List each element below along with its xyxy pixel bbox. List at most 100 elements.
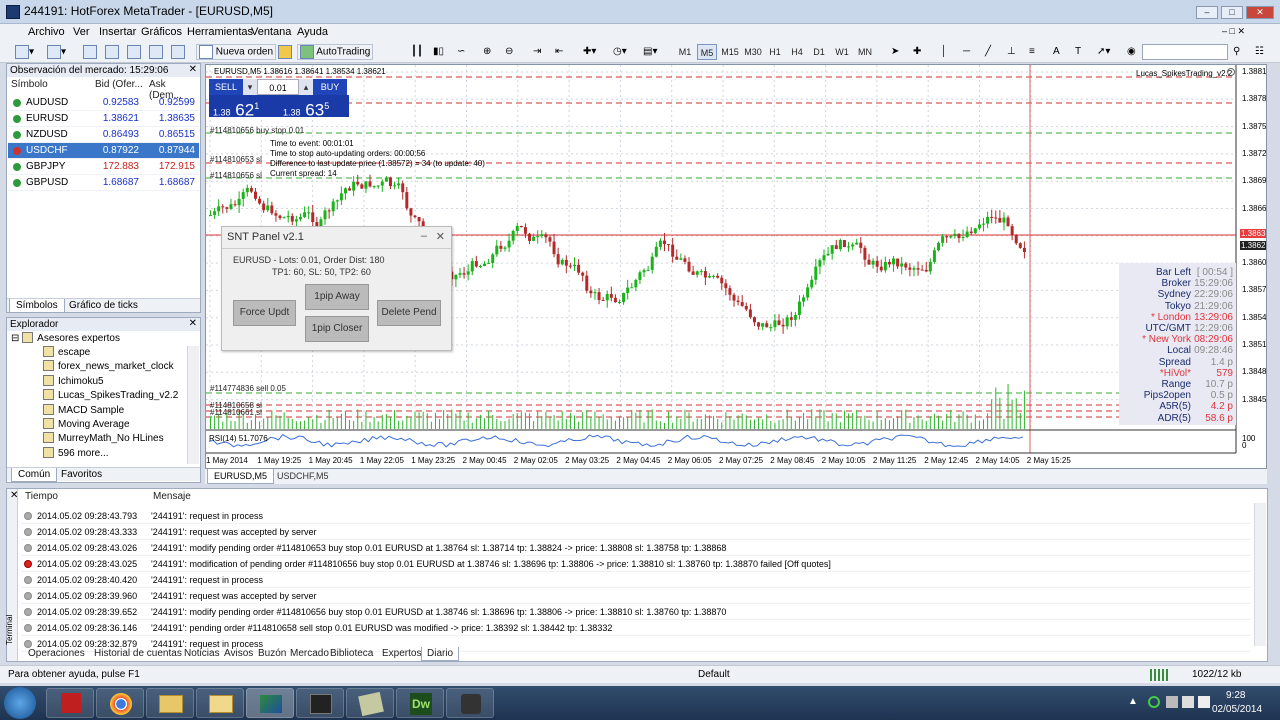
menu-archivo[interactable]: Archivo	[28, 26, 65, 38]
terminal-tab[interactable]: Diario	[421, 647, 460, 661]
search-icon[interactable]: ⚲	[1230, 44, 1243, 60]
file-explorer-icon[interactable]	[146, 688, 194, 718]
terminal-tab[interactable]: Biblioteca	[325, 647, 378, 661]
tf-d1[interactable]: D1	[809, 44, 829, 60]
label-icon[interactable]: T	[1072, 44, 1084, 60]
start-button[interactable]	[4, 687, 36, 719]
tf-w1[interactable]: W1	[832, 44, 852, 60]
close-icon[interactable]: ✕	[10, 490, 18, 501]
chart-shift-icon[interactable]: ⇤	[552, 44, 566, 60]
search-input[interactable]	[1142, 44, 1228, 60]
sell-button[interactable]: SELL	[209, 79, 243, 95]
zoom-out-icon[interactable]: ⊖	[502, 44, 516, 60]
log-row[interactable]: 2014.05.02 09:28:39.960 '244191': request…	[21, 588, 1251, 604]
buy-price[interactable]: 1.38 635	[279, 95, 349, 120]
menu-ver[interactable]: Ver	[73, 26, 90, 38]
close-icon[interactable]: ✕	[189, 64, 197, 75]
child-window-controls-icon[interactable]: – □ ✕	[1222, 26, 1245, 37]
fibonacci-icon[interactable]: ≡	[1026, 44, 1038, 60]
terminal-tab[interactable]: Historial de cuentas	[89, 647, 187, 661]
tf-h4[interactable]: H4	[787, 44, 807, 60]
navigator-group[interactable]: ⊟ Asesores expertos	[11, 332, 120, 346]
trendline-icon[interactable]: ╱	[982, 44, 994, 60]
column-time[interactable]: Tiempo	[25, 491, 58, 502]
strategy-tester-icon[interactable]	[168, 44, 188, 60]
navigator-icon[interactable]	[124, 44, 144, 60]
text-icon[interactable]: A	[1050, 44, 1063, 60]
column-bid[interactable]: Bid (Ofer...	[95, 79, 143, 90]
tf-m30[interactable]: M30	[742, 44, 764, 60]
menu-insertar[interactable]: Insertar	[99, 26, 136, 38]
tab-grafico-ticks[interactable]: Gráfico de ticks	[65, 299, 142, 313]
close-icon[interactable]: ✕	[1246, 6, 1274, 19]
buy-button[interactable]: BUY	[313, 79, 347, 95]
tab-comun[interactable]: Común	[11, 468, 58, 482]
maximize-icon[interactable]: □	[1221, 6, 1243, 19]
vertical-line-icon[interactable]: │	[938, 44, 950, 60]
log-row[interactable]: 2014.05.02 09:28:36.146 '244191': pending…	[21, 620, 1251, 636]
navigator-item[interactable]: forex_news_market_clock	[43, 360, 174, 374]
profiles-button[interactable]: ▾	[44, 44, 69, 60]
sell-price[interactable]: 1.38 621	[209, 95, 279, 120]
close-icon[interactable]: ✕	[436, 230, 445, 243]
tf-m15[interactable]: M15	[719, 44, 741, 60]
lot-down-icon[interactable]: ▾	[243, 79, 257, 95]
menu-ventana[interactable]: Ventana	[251, 26, 291, 38]
log-row[interactable]: 2014.05.02 09:28:43.333 '244191': request…	[21, 524, 1251, 540]
periods-icon[interactable]: ◷▾	[610, 44, 630, 60]
tray-flag-icon[interactable]	[1166, 696, 1178, 708]
terminal-tab[interactable]: Expertos	[377, 647, 426, 661]
market-watch-row[interactable]: GBPUSD 1.68687 1.68687	[8, 175, 199, 191]
navigator-item[interactable]: MurreyMath_No HLines	[43, 432, 164, 446]
market-watch-row[interactable]: GBPJPY 172.883 172.915	[8, 159, 199, 175]
lot-input[interactable]: 0.01	[257, 79, 299, 95]
filezilla-icon[interactable]	[46, 688, 94, 718]
line-chart-icon[interactable]: ∽	[454, 44, 468, 60]
log-row[interactable]: 2014.05.02 09:28:43.793 '244191': request…	[21, 508, 1251, 524]
navigator-item[interactable]: Lucas_SpikesTrading_v2.2	[43, 389, 178, 403]
bar-chart-icon[interactable]: ┃┃	[408, 44, 426, 60]
navigator-item[interactable]: escape	[43, 346, 90, 360]
clock-time[interactable]: 9:28	[1226, 690, 1245, 701]
new-chart-button[interactable]: ▾	[12, 44, 37, 60]
metaeditor-icon[interactable]	[275, 44, 295, 60]
market-watch-row[interactable]: EURUSD 1.38621 1.38635	[8, 111, 199, 127]
pip-away-button[interactable]: 1pip Away	[305, 284, 369, 310]
force-update-button[interactable]: Force Updt	[233, 300, 296, 326]
navigator-item[interactable]: Moving Average	[43, 418, 130, 432]
log-row[interactable]: 2014.05.02 09:28:39.652 '244191': modify …	[21, 604, 1251, 620]
navigator-item[interactable]: Ichimoku5	[43, 374, 104, 389]
new-order-button[interactable]: Nueva orden	[196, 44, 277, 60]
tf-mn[interactable]: MN	[854, 44, 876, 60]
lot-up-icon[interactable]: ▴	[299, 79, 313, 95]
metatrader-icon[interactable]	[246, 688, 294, 718]
column-message[interactable]: Mensaje	[153, 491, 191, 502]
terminal-tab[interactable]: Noticias	[179, 647, 225, 661]
clock-date[interactable]: 02/05/2014	[1212, 704, 1262, 715]
templates-icon[interactable]: ▤▾	[640, 44, 660, 60]
tf-m5[interactable]: M5	[697, 44, 717, 60]
autoscroll-icon[interactable]: ⇥	[530, 44, 544, 60]
zoom-in-icon[interactable]: ⊕	[480, 44, 494, 60]
tab-usdchf-m5[interactable]: USDCHF,M5	[271, 469, 335, 484]
terminal-icon[interactable]	[146, 44, 166, 60]
chrome-icon[interactable]	[96, 688, 144, 718]
autotrading-button[interactable]: AutoTrading	[297, 44, 374, 60]
folder-icon[interactable]	[196, 688, 244, 718]
terminal-tab[interactable]: Operaciones	[23, 647, 90, 661]
tf-m1[interactable]: M1	[675, 44, 695, 60]
tab-simbolos[interactable]: Símbolos	[9, 299, 65, 313]
menu-herramientas[interactable]: Herramientas	[187, 26, 253, 38]
dreamweaver-icon[interactable]: Dw	[396, 688, 444, 718]
market-watch-icon[interactable]	[80, 44, 100, 60]
log-row[interactable]: 2014.05.02 09:28:40.420 '244191': request…	[21, 572, 1251, 588]
notes-icon[interactable]	[346, 688, 394, 718]
menu-graficos[interactable]: Gráficos	[141, 26, 182, 38]
globe-icon[interactable]: ◉	[1124, 44, 1139, 60]
snt-panel[interactable]: SNT Panel v2.1 – ✕ EURUSD - Lots: 0.01, …	[221, 226, 452, 351]
market-watch-row[interactable]: USDCHF 0.87922 0.87944	[8, 143, 199, 159]
market-watch-row[interactable]: AUDUSD 0.92583 0.92599	[8, 95, 199, 111]
horizontal-line-icon[interactable]: ─	[960, 44, 973, 60]
channel-icon[interactable]: ⊥	[1004, 44, 1019, 60]
tray-network-icon[interactable]	[1182, 696, 1194, 708]
